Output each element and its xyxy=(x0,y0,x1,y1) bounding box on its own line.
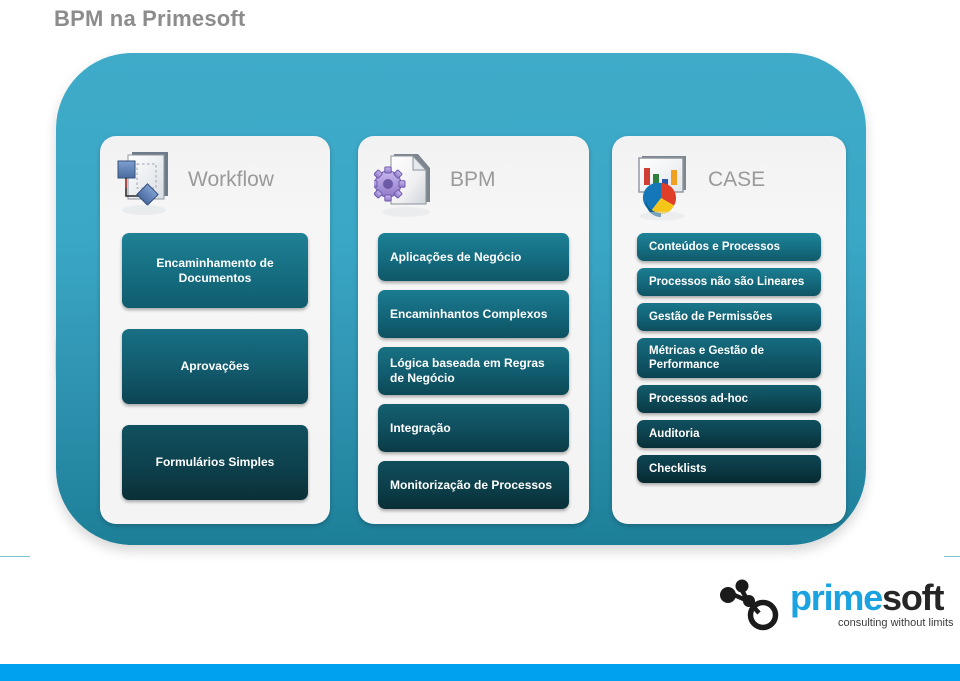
logo-wordmark: primesoft xyxy=(790,577,944,619)
workflow-diagram-icon xyxy=(117,152,168,215)
item-label: Métricas e Gestão de Performance xyxy=(649,344,765,371)
item-label: Gestão de Permissões xyxy=(649,310,773,323)
item-label: Aplicações de Negócio xyxy=(390,249,522,264)
item-box[interactable]: Encaminhamento de Documentos xyxy=(122,233,308,308)
item-label: Integração xyxy=(390,420,451,435)
logo-word-soft: soft xyxy=(882,577,944,618)
item-label: Encaminhamento de Documentos xyxy=(156,255,274,285)
card-header-bpm: BPM xyxy=(358,136,589,232)
card-header-workflow: Workflow xyxy=(100,136,330,232)
logo-tagline: consulting without limits xyxy=(838,617,954,629)
item-box[interactable]: Checklists xyxy=(637,455,821,483)
card-title-bpm: BPM xyxy=(450,168,496,191)
column-card-workflow[interactable]: Workflow Encaminhamento de Documentos Ap… xyxy=(100,136,330,524)
rule-right-decoration xyxy=(944,556,960,557)
item-label: Formulários Simples xyxy=(155,455,275,469)
item-box[interactable]: Conteúdos e Processos xyxy=(637,233,821,261)
rule-left-decoration xyxy=(0,556,30,557)
item-box[interactable]: Lógica baseada em Regras de Negócio xyxy=(378,347,569,395)
card-header-case: CASE xyxy=(612,136,846,232)
item-box[interactable]: Formulários Simples xyxy=(122,425,308,500)
item-box[interactable]: Monitorização de Processos xyxy=(378,461,569,509)
item-box[interactable]: Aprovações xyxy=(122,329,308,404)
primesoft-logo: primesoft consulting without limits xyxy=(718,575,954,633)
item-label: Encaminhantos Complexos xyxy=(390,306,548,321)
bottom-accent-bar xyxy=(0,664,960,681)
items-list-case: Conteúdos e Processos Processos não são … xyxy=(612,232,846,524)
column-card-bpm[interactable]: BPM Aplicações de Negócio Encaminhantos … xyxy=(358,136,589,524)
item-label: Auditoria xyxy=(649,427,700,440)
item-label: Processos não são Lineares xyxy=(649,275,805,288)
chart-analytics-icon xyxy=(638,156,686,221)
item-label: Conteúdos e Processos xyxy=(649,240,781,253)
item-box[interactable]: Aplicações de Negócio xyxy=(378,233,569,281)
item-box[interactable]: Métricas e Gestão de Performance xyxy=(637,338,821,378)
card-title-workflow: Workflow xyxy=(188,168,274,191)
slide-canvas: BPM na Primesoft Workflow Encaminhamento… xyxy=(0,0,960,681)
document-gear-icon xyxy=(374,154,430,217)
column-card-case[interactable]: CASE Conteúdos e Processos Processos não… xyxy=(612,136,846,524)
items-list-workflow: Encaminhamento de Documentos Aprovações … xyxy=(100,232,330,524)
items-list-bpm: Aplicações de Negócio Encaminhantos Comp… xyxy=(358,232,589,524)
item-box[interactable]: Integração xyxy=(378,404,569,452)
item-label: Monitorização de Processos xyxy=(390,477,553,492)
item-box[interactable]: Auditoria xyxy=(637,420,821,448)
item-label: Lógica baseada em Regras de Negócio xyxy=(390,356,545,385)
item-box[interactable]: Gestão de Permissões xyxy=(637,303,821,331)
network-nodes-icon xyxy=(720,579,779,631)
page-title: BPM na Primesoft xyxy=(54,6,246,31)
item-box[interactable]: Encaminhantos Complexos xyxy=(378,290,569,338)
item-label: Aprovações xyxy=(180,359,250,373)
card-title-case: CASE xyxy=(708,168,766,191)
logo-word-prime: prime xyxy=(790,577,883,618)
item-label: Processos ad-hoc xyxy=(649,392,749,405)
item-box[interactable]: Processos ad-hoc xyxy=(637,385,821,413)
item-label: Checklists xyxy=(649,462,707,475)
item-box[interactable]: Processos não são Lineares xyxy=(637,268,821,296)
